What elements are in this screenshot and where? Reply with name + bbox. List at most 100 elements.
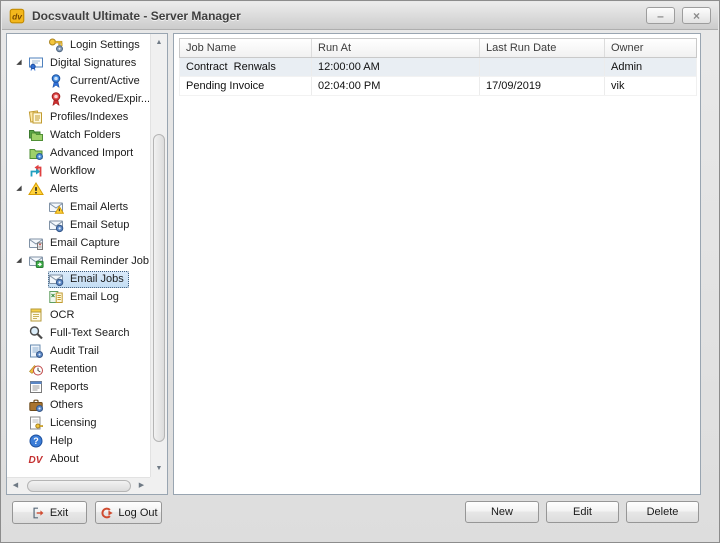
sidebar-item-body: Reports <box>28 379 94 396</box>
documents-icon <box>28 109 44 125</box>
sidebar-item-watch-folders[interactable]: Watch Folders <box>8 126 149 144</box>
window-controls: – × <box>646 7 718 24</box>
cell-job-name: Pending Invoice <box>180 77 312 95</box>
scrollbar-corner <box>150 477 167 494</box>
sidebar-item-email-log[interactable]: Email Log <box>8 288 149 306</box>
scroll-right-icon[interactable]: ▶ <box>134 478 149 494</box>
jobs-table-header: Job NameRun AtLast Run DateOwner <box>179 38 697 58</box>
delete-button[interactable]: Delete <box>626 501 699 523</box>
window-title: Docsvault Ultimate - Server Manager <box>32 9 241 23</box>
sidebar-item-ocr[interactable]: OCR <box>8 306 149 324</box>
about-icon <box>28 451 44 467</box>
sidebar-item-body: Advanced Import <box>28 145 138 162</box>
sidebar-item-help[interactable]: Help <box>8 432 149 450</box>
sidebar-item-others[interactable]: Others <box>8 396 149 414</box>
sidebar-item-about[interactable]: About <box>8 450 149 468</box>
sidebar-item-label: OCR <box>48 308 76 322</box>
scroll-down-icon[interactable]: ▼ <box>151 461 167 476</box>
sidebar-item-body: About <box>28 451 84 468</box>
sidebar-item-body: Email Capture <box>28 235 125 252</box>
horizontal-scroll-thumb[interactable] <box>27 480 131 492</box>
minimize-button[interactable]: – <box>646 7 675 24</box>
vertical-scroll-thumb[interactable] <box>153 134 165 442</box>
table-row[interactable]: Contract Renwals12:00:00 AMAdmin <box>180 58 696 77</box>
sidebar-item-advanced-import[interactable]: Advanced Import <box>8 144 149 162</box>
sidebar-item-label: Digital Signatures <box>48 56 138 70</box>
sidebar-item-body: Workflow <box>28 163 100 180</box>
sidebar-item-label: Email Reminder Jobs <box>48 254 149 268</box>
sidebar-item-email-capture[interactable]: Email Capture <box>8 234 149 252</box>
folder-gear-icon <box>28 145 44 161</box>
sidebar-item-label: Watch Folders <box>48 128 123 142</box>
sidebar-item-workflow[interactable]: Workflow <box>8 162 149 180</box>
sidebar-tree: Login Settings◢Digital SignaturesCurrent… <box>8 35 149 476</box>
mail-warning-icon <box>48 199 64 215</box>
sidebar-item-digital-signatures[interactable]: ◢ Digital Signatures <box>8 54 149 72</box>
sidebar-item-label: Workflow <box>48 164 97 178</box>
cell-run-at: 12:00:00 AM <box>312 58 480 76</box>
exit-button[interactable]: Exit <box>12 501 87 524</box>
sidebar-item-licensing[interactable]: Licensing <box>8 414 149 432</box>
sidebar-item-email-jobs[interactable]: Email Jobs <box>8 270 149 288</box>
sidebar-item-login-settings[interactable]: Login Settings <box>8 36 149 54</box>
cell-owner: vik <box>605 77 696 95</box>
warning-icon <box>28 181 44 197</box>
cell-last-run-date: 17/09/2019 <box>480 77 605 95</box>
new-button[interactable]: New <box>465 501 539 523</box>
sidebar-item-profiles-indexes[interactable]: Profiles/Indexes <box>8 108 149 126</box>
expander-icon[interactable]: ◢ <box>10 180 28 198</box>
sidebar-item-body: Licensing <box>28 415 101 432</box>
sidebar-item-label: Retention <box>48 362 99 376</box>
scroll-up-icon[interactable]: ▲ <box>151 35 167 50</box>
sidebar-item-body: OCR <box>28 307 79 324</box>
sidebar-item-label: Current/Active <box>68 74 142 88</box>
sidebar-item-email-alerts[interactable]: Email Alerts <box>8 198 149 216</box>
app-window: Docsvault Ultimate - Server Manager – × … <box>0 0 720 543</box>
tree-horizontal-scrollbar[interactable]: ◀ ▶ <box>7 477 150 494</box>
sidebar-item-current-active[interactable]: Current/Active <box>8 72 149 90</box>
sidebar-item-label: Advanced Import <box>48 146 135 160</box>
exit-button-label: Exit <box>50 507 68 519</box>
key-gear-icon <box>48 37 64 53</box>
sidebar-item-alerts[interactable]: ◢Alerts <box>8 180 149 198</box>
sidebar-item-revoked-expir[interactable]: Revoked/Expir... <box>8 90 149 108</box>
sidebar-item-label: Profiles/Indexes <box>48 110 130 124</box>
folders-icon <box>28 127 44 143</box>
app-logo-icon <box>8 7 26 25</box>
minimize-icon: – <box>657 10 664 22</box>
tree-vertical-scrollbar[interactable]: ▲ ▼ <box>150 34 167 477</box>
edit-button[interactable]: Edit <box>546 501 619 523</box>
sidebar-item-body: Email Jobs <box>48 271 129 288</box>
search-icon <box>28 325 44 341</box>
table-row[interactable]: Pending Invoice02:04:00 PM17/09/2019vik <box>180 77 696 96</box>
column-header-run-at[interactable]: Run At <box>312 39 480 57</box>
jobs-table: Job NameRun AtLast Run DateOwner Contrac… <box>179 38 697 96</box>
sidebar-item-label: Others <box>48 398 85 412</box>
sidebar-item-full-text-search[interactable]: Full-Text Search <box>8 324 149 342</box>
expander-icon[interactable]: ◢ <box>10 252 28 270</box>
sidebar-item-label: Email Jobs <box>68 272 126 286</box>
cell-owner: Admin <box>605 58 696 76</box>
sidebar-item-body: Email Setup <box>48 217 134 234</box>
sidebar-item-reports[interactable]: Reports <box>8 378 149 396</box>
workflow-icon <box>28 163 44 179</box>
column-header-owner[interactable]: Owner <box>605 39 696 57</box>
email-jobs-panel: Job NameRun AtLast Run DateOwner Contrac… <box>173 33 701 495</box>
logout-button[interactable]: Log Out <box>95 501 162 524</box>
sidebar-item-label: Audit Trail <box>48 344 101 358</box>
sidebar-item-body: Others <box>28 397 88 414</box>
close-button[interactable]: × <box>682 7 711 24</box>
sidebar-item-email-reminder-jobs[interactable]: ◢ Email Reminder Jobs <box>8 252 149 270</box>
mail-capture-icon <box>28 235 44 251</box>
expander-icon[interactable]: ◢ <box>10 54 28 72</box>
column-header-last-run-date[interactable]: Last Run Date <box>480 39 605 57</box>
column-header-job-name[interactable]: Job Name <box>180 39 312 57</box>
sidebar-item-email-setup[interactable]: Email Setup <box>8 216 149 234</box>
sidebar-item-body: Digital Signatures <box>28 55 141 72</box>
sidebar-item-retention[interactable]: Retention <box>8 360 149 378</box>
scroll-left-icon[interactable]: ◀ <box>8 478 23 494</box>
jobs-table-body: Contract Renwals12:00:00 AMAdminPending … <box>179 58 697 96</box>
sidebar-tree-panel: Login Settings◢Digital SignaturesCurrent… <box>6 33 168 495</box>
sidebar-item-audit-trail[interactable]: Audit Trail <box>8 342 149 360</box>
exit-icon <box>31 506 45 520</box>
